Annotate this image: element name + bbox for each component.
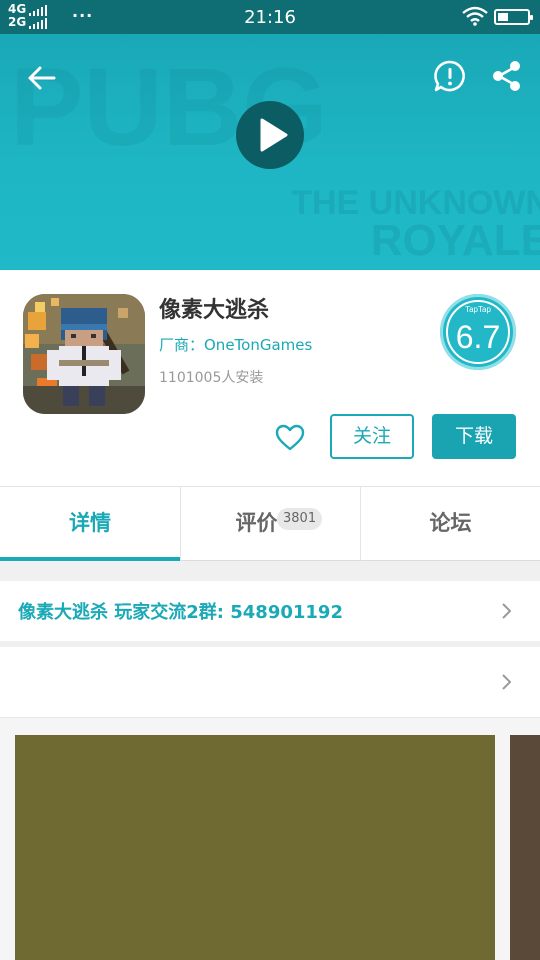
tab-forum-label: 论坛 (429, 511, 472, 535)
status-time: 21:16 (244, 7, 296, 28)
screenshot-image[interactable] (510, 735, 540, 960)
tab-details[interactable]: 详情 (0, 487, 180, 561)
score-value: 6.7 (455, 319, 501, 355)
wifi-icon (462, 6, 488, 26)
player-group-text: 像素大逃杀 玩家交流2群: 548901192 (18, 602, 343, 623)
share-icon[interactable] (490, 59, 524, 93)
app-info-card: 像素大逃杀 厂商：OneTonGames 1101005人安装 TapTap 6… (0, 270, 540, 486)
chevron-right-icon (502, 603, 511, 619)
active-tab-indicator (0, 557, 180, 561)
back-arrow-icon[interactable] (24, 60, 60, 96)
play-icon (260, 118, 288, 152)
tab-forum[interactable]: 论坛 (360, 487, 540, 561)
rating-score-badge: TapTap 6.7 (440, 294, 516, 370)
tab-bar: 详情 评价 3801 论坛 (0, 486, 540, 561)
status-bar: 4G 2G ··· 21:16 (0, 0, 540, 34)
follow-button[interactable]: 关注 (330, 414, 414, 459)
install-count: 1101005人安装 (159, 370, 264, 386)
score-brand-label: TapTap (465, 305, 491, 314)
chevron-right-icon (502, 674, 511, 690)
player-group-row[interactable]: 像素大逃杀 玩家交流2群: 548901192 (0, 581, 540, 641)
app-title: 像素大逃杀 (159, 298, 270, 323)
video-banner[interactable]: PUBG THE UNKNOWN ROYALE (0, 34, 540, 270)
download-button[interactable]: 下载 (432, 414, 516, 459)
tab-reviews[interactable]: 评价 3801 (180, 487, 360, 561)
report-icon[interactable] (433, 59, 467, 93)
app-icon[interactable] (23, 294, 145, 414)
play-video-button[interactable] (236, 101, 304, 169)
tab-reviews-label: 评价 (235, 511, 278, 535)
battery-icon (494, 9, 533, 25)
tab-details-label: 详情 (69, 511, 111, 535)
screenshot-gallery[interactable] (0, 717, 540, 960)
vendor-link[interactable]: 厂商：OneTonGames (159, 334, 312, 355)
info-row[interactable] (0, 647, 540, 717)
favorite-heart-icon[interactable] (274, 422, 306, 454)
screenshot-image[interactable] (15, 735, 495, 960)
review-count-badge: 3801 (277, 508, 323, 530)
banner-artwork-text: THE UNKNOWN ROYALE (291, 184, 540, 265)
